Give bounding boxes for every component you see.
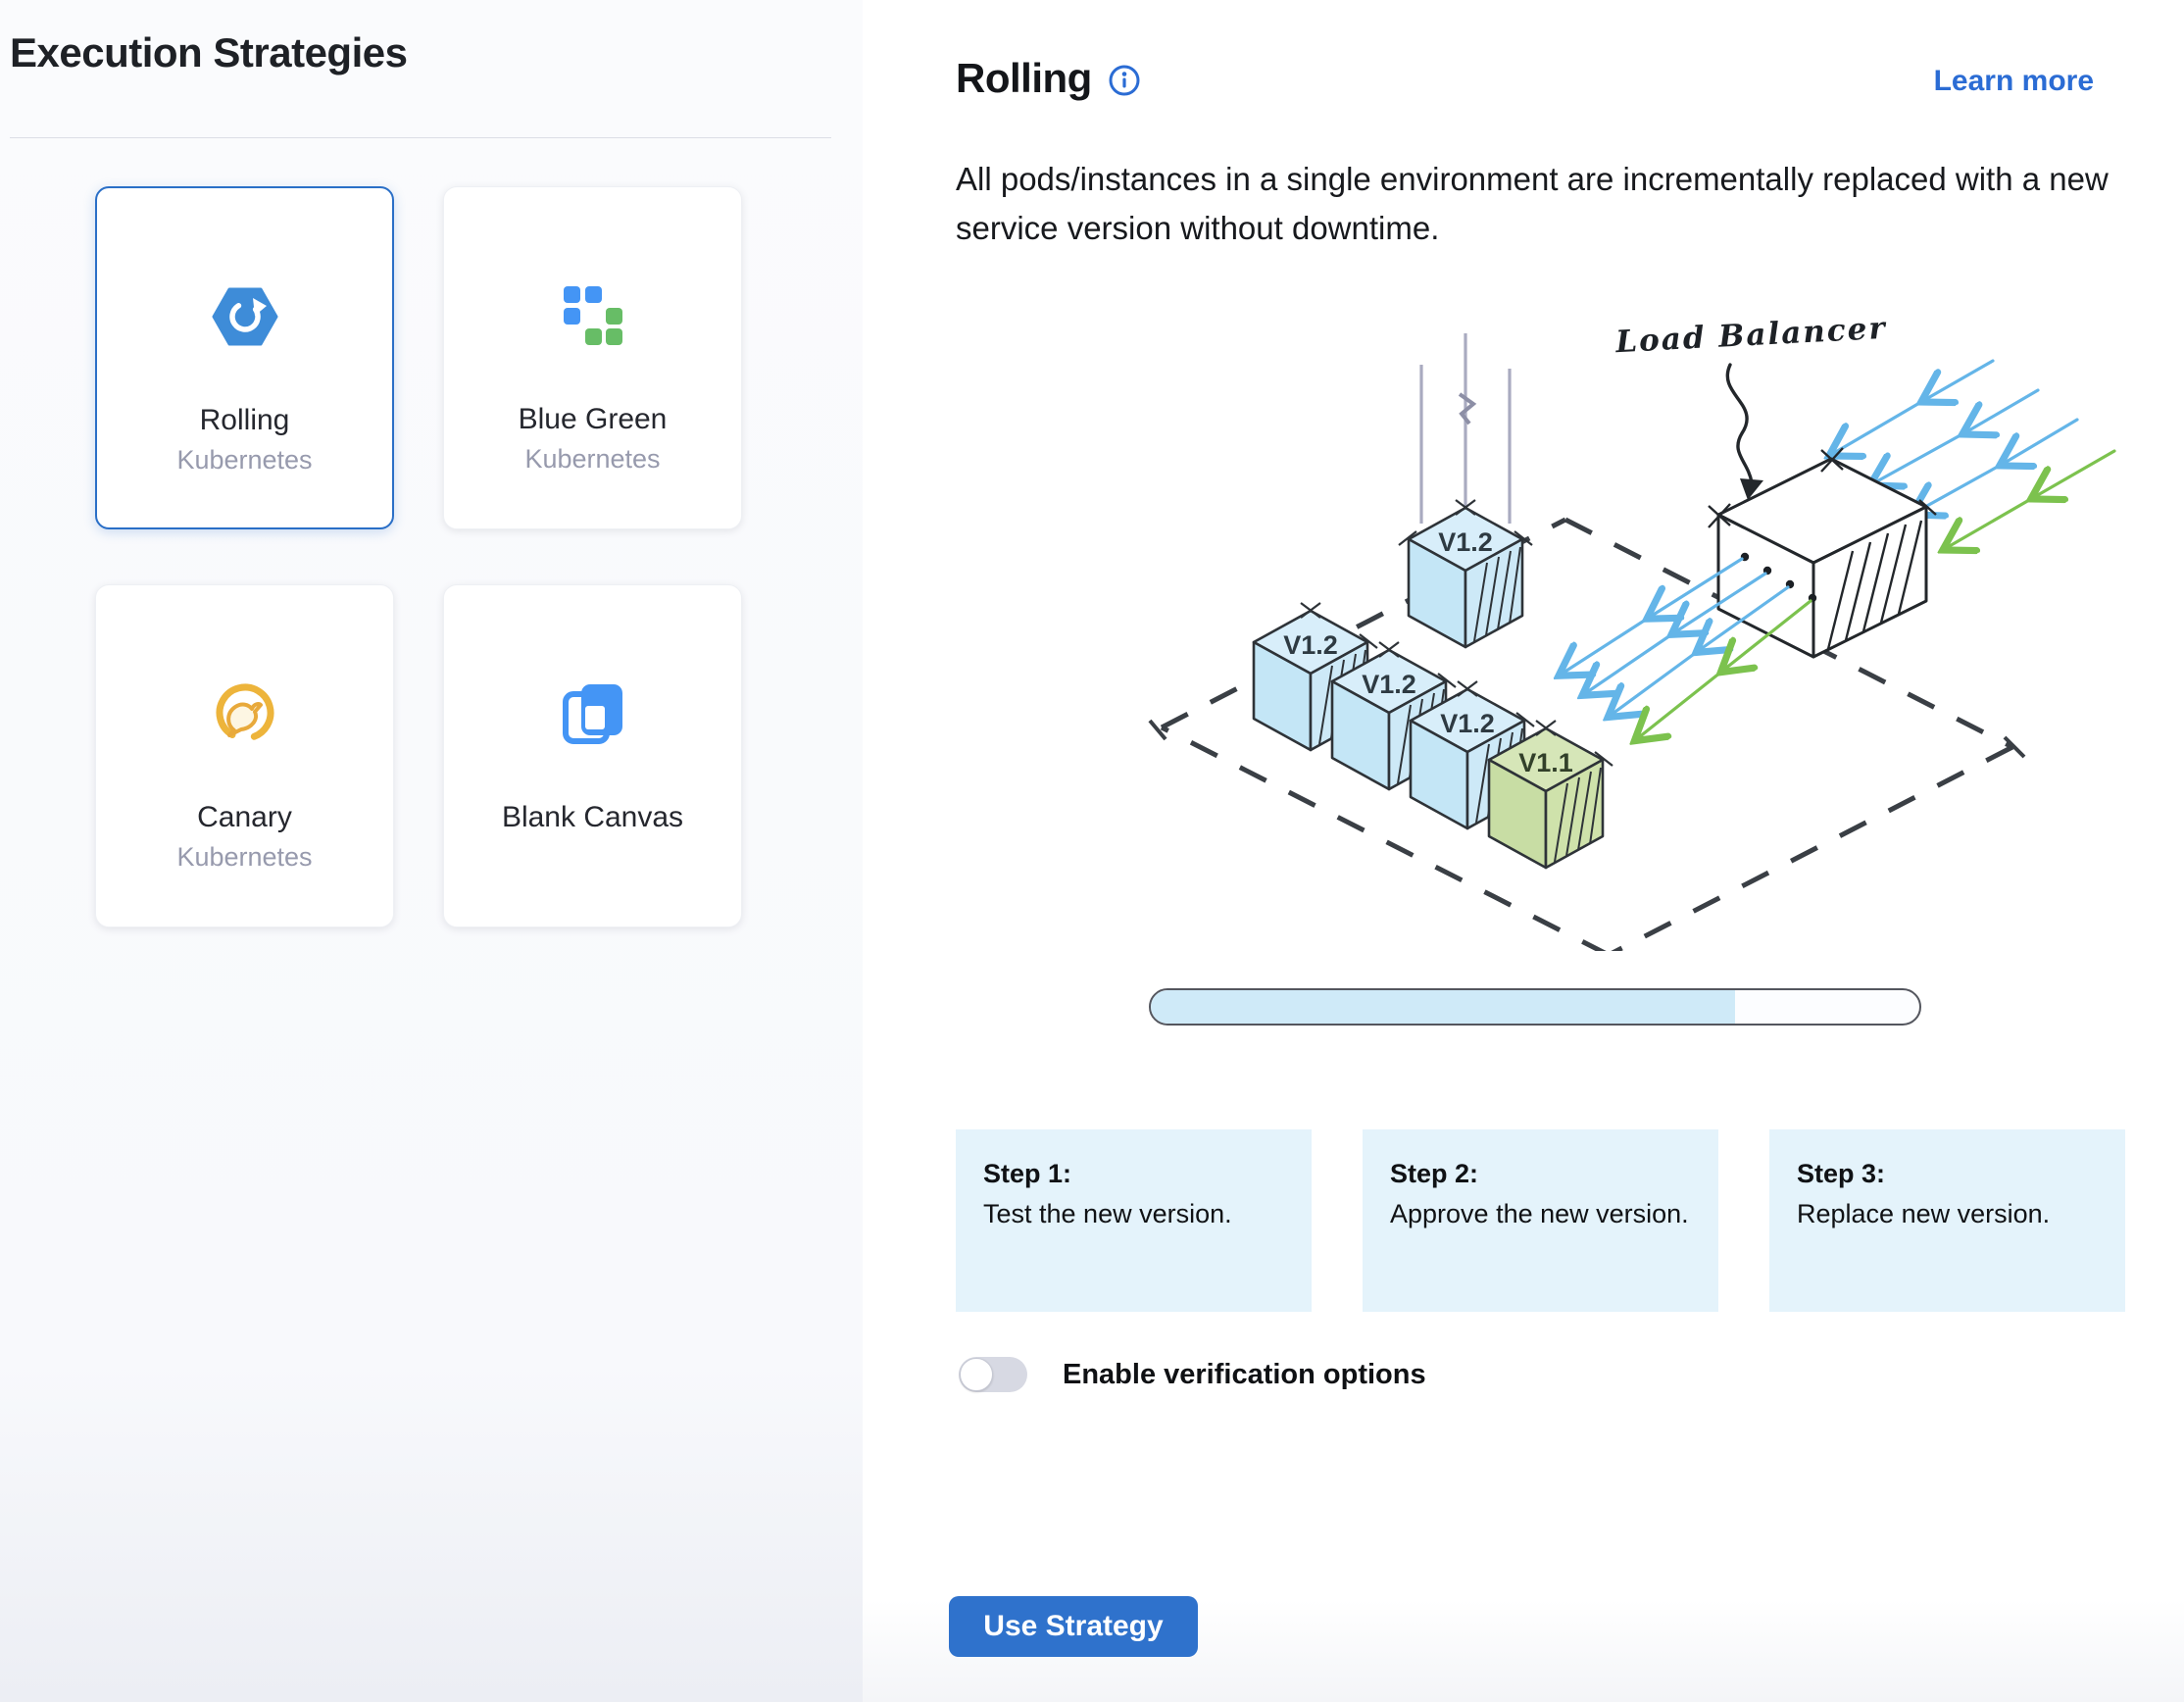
blank-canvas-icon (444, 679, 741, 748)
pod-incoming: V1.2 (1399, 500, 1532, 647)
step-text: Replace new version. (1797, 1199, 2098, 1229)
strategy-title: Rolling (956, 55, 1092, 102)
step-text: Approve the new version. (1390, 1199, 1691, 1229)
strategy-card-canary[interactable]: Canary Kubernetes (95, 584, 394, 927)
use-strategy-button[interactable]: Use Strategy (949, 1596, 1198, 1657)
blue-green-icon (444, 281, 741, 350)
strategy-card-sublabel: Kubernetes (444, 444, 741, 475)
strategy-card-label: Blue Green (444, 403, 741, 436)
rolling-deployment-illustration: Load Balancer (1142, 304, 2122, 951)
step-card-3: Step 3: Replace new version. (1769, 1129, 2125, 1312)
pod-version-label: V1.2 (1438, 527, 1493, 557)
strategy-card-blank-canvas[interactable]: Blank Canvas (443, 584, 742, 927)
verification-toggle[interactable] (959, 1357, 1027, 1392)
step-heading: Step 1: (983, 1159, 1284, 1189)
strategy-card-rolling[interactable]: Rolling Kubernetes (95, 186, 394, 529)
divider (10, 137, 831, 138)
canary-icon (96, 679, 393, 748)
pod-version-label: V1.1 (1518, 748, 1573, 777)
strategy-card-label: Canary (96, 801, 393, 834)
execution-strategies-panel: Execution Strategies Rolling Kubernetes (0, 0, 863, 1702)
strategy-card-label: Rolling (97, 404, 392, 437)
pod-version-label: V1.2 (1440, 709, 1495, 738)
crane-strings (1421, 333, 1510, 524)
step-heading: Step 2: (1390, 1159, 1691, 1189)
squiggle-arrow (1727, 365, 1752, 482)
crane-hook (1460, 394, 1473, 424)
toggle-knob (960, 1358, 993, 1391)
strategy-card-blue-green[interactable]: Blue Green Kubernetes (443, 186, 742, 529)
step-card-1: Step 1: Test the new version. (956, 1129, 1312, 1312)
rolling-icon (97, 282, 392, 351)
verification-toggle-label: Enable verification options (1063, 1359, 1426, 1391)
strategy-card-sublabel: Kubernetes (96, 842, 393, 873)
step-text: Test the new version. (983, 1199, 1284, 1229)
step-card-2: Step 2: Approve the new version. (1363, 1129, 1718, 1312)
strategy-detail-panel: Rolling Learn more All pods/instances in… (863, 0, 2184, 1702)
progress-fill (1151, 990, 1735, 1024)
load-balancer-label: Load Balancer (1613, 311, 1888, 361)
info-icon[interactable] (1108, 64, 1141, 97)
learn-more-link[interactable]: Learn more (1934, 65, 2094, 98)
page-title: Execution Strategies (10, 29, 407, 76)
strategy-card-sublabel: Kubernetes (97, 445, 392, 476)
strategy-card-label: Blank Canvas (444, 801, 741, 834)
pod-version-label: V1.2 (1362, 670, 1416, 699)
rollout-progress-bar (1149, 988, 1921, 1026)
strategy-description: All pods/instances in a single environme… (956, 155, 2132, 253)
pod-version-label: V1.2 (1283, 630, 1338, 660)
step-heading: Step 3: (1797, 1159, 2098, 1189)
